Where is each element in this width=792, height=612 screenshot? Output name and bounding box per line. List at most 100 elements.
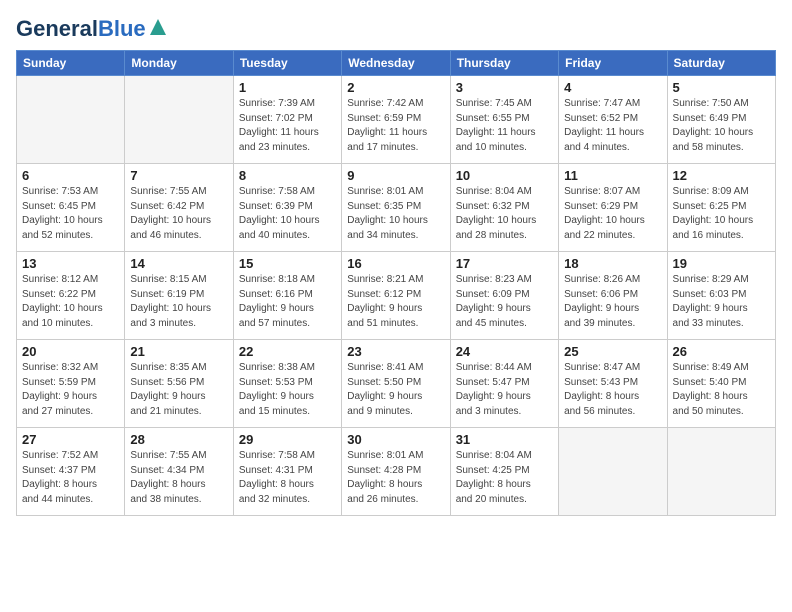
calendar-week-row: 27 Sunrise: 7:52 AM Sunset: 4:37 PM Dayli… — [17, 428, 776, 516]
day-number: 24 — [456, 344, 553, 359]
day-number: 25 — [564, 344, 661, 359]
calendar-cell: 7 Sunrise: 7:55 AM Sunset: 6:42 PM Daylig… — [125, 164, 233, 252]
calendar-day-header: Friday — [559, 51, 667, 76]
day-number: 13 — [22, 256, 119, 271]
day-number: 18 — [564, 256, 661, 271]
cell-info: Sunrise: 7:55 AM Sunset: 4:34 PM Dayligh… — [130, 449, 227, 507]
cell-info: Sunrise: 7:39 AM Sunset: 7:02 PM Dayligh… — [239, 97, 336, 155]
day-number: 15 — [239, 256, 336, 271]
cell-info: Sunrise: 8:21 AM Sunset: 6:12 PM Dayligh… — [347, 273, 444, 331]
calendar-day-header: Monday — [125, 51, 233, 76]
calendar-cell: 3 Sunrise: 7:45 AM Sunset: 6:55 PM Daylig… — [450, 76, 558, 164]
calendar-cell: 19 Sunrise: 8:29 AM Sunset: 6:03 PM Dayli… — [667, 252, 775, 340]
cell-info: Sunrise: 7:58 AM Sunset: 6:39 PM Dayligh… — [239, 185, 336, 243]
cell-info: Sunrise: 7:45 AM Sunset: 6:55 PM Dayligh… — [456, 97, 553, 155]
day-number: 16 — [347, 256, 444, 271]
cell-info: Sunrise: 8:35 AM Sunset: 5:56 PM Dayligh… — [130, 361, 227, 419]
calendar-day-header: Thursday — [450, 51, 558, 76]
calendar-cell: 28 Sunrise: 7:55 AM Sunset: 4:34 PM Dayli… — [125, 428, 233, 516]
cell-info: Sunrise: 7:47 AM Sunset: 6:52 PM Dayligh… — [564, 97, 661, 155]
calendar-cell: 4 Sunrise: 7:47 AM Sunset: 6:52 PM Daylig… — [559, 76, 667, 164]
cell-info: Sunrise: 8:09 AM Sunset: 6:25 PM Dayligh… — [673, 185, 770, 243]
calendar-cell: 5 Sunrise: 7:50 AM Sunset: 6:49 PM Daylig… — [667, 76, 775, 164]
calendar-cell: 23 Sunrise: 8:41 AM Sunset: 5:50 PM Dayli… — [342, 340, 450, 428]
calendar-cell — [667, 428, 775, 516]
calendar-day-header: Saturday — [667, 51, 775, 76]
day-number: 5 — [673, 80, 770, 95]
calendar-cell: 11Sunrise: 8:07 AM Sunset: 6:29 PM Dayli… — [559, 164, 667, 252]
calendar-cell: 24 Sunrise: 8:44 AM Sunset: 5:47 PM Dayli… — [450, 340, 558, 428]
day-number: 26 — [673, 344, 770, 359]
calendar-day-header: Sunday — [17, 51, 125, 76]
day-number: 20 — [22, 344, 119, 359]
calendar-day-header: Tuesday — [233, 51, 341, 76]
day-number: 2 — [347, 80, 444, 95]
day-number: 27 — [22, 432, 119, 447]
cell-info: Sunrise: 8:15 AM Sunset: 6:19 PM Dayligh… — [130, 273, 227, 331]
day-number: 31 — [456, 432, 553, 447]
day-number: 28 — [130, 432, 227, 447]
day-number: 11 — [564, 168, 661, 183]
day-number: 3 — [456, 80, 553, 95]
calendar-cell — [559, 428, 667, 516]
calendar-cell: 30Sunrise: 8:01 AM Sunset: 4:28 PM Dayli… — [342, 428, 450, 516]
day-number: 7 — [130, 168, 227, 183]
calendar-cell: 14 Sunrise: 8:15 AM Sunset: 6:19 PM Dayli… — [125, 252, 233, 340]
day-number: 23 — [347, 344, 444, 359]
calendar-cell: 25Sunrise: 8:47 AM Sunset: 5:43 PM Dayli… — [559, 340, 667, 428]
calendar-cell: 16 Sunrise: 8:21 AM Sunset: 6:12 PM Dayli… — [342, 252, 450, 340]
day-number: 9 — [347, 168, 444, 183]
calendar-week-row: 6Sunrise: 7:53 AM Sunset: 6:45 PM Daylig… — [17, 164, 776, 252]
cell-info: Sunrise: 7:53 AM Sunset: 6:45 PM Dayligh… — [22, 185, 119, 243]
cell-info: Sunrise: 7:52 AM Sunset: 4:37 PM Dayligh… — [22, 449, 119, 507]
day-number: 21 — [130, 344, 227, 359]
calendar-cell: 18 Sunrise: 8:26 AM Sunset: 6:06 PM Dayli… — [559, 252, 667, 340]
cell-info: Sunrise: 8:49 AM Sunset: 5:40 PM Dayligh… — [673, 361, 770, 419]
day-number: 19 — [673, 256, 770, 271]
calendar-cell: 6Sunrise: 7:53 AM Sunset: 6:45 PM Daylig… — [17, 164, 125, 252]
day-number: 8 — [239, 168, 336, 183]
cell-info: Sunrise: 8:44 AM Sunset: 5:47 PM Dayligh… — [456, 361, 553, 419]
calendar-cell: 26 Sunrise: 8:49 AM Sunset: 5:40 PM Dayli… — [667, 340, 775, 428]
day-number: 22 — [239, 344, 336, 359]
calendar-cell — [125, 76, 233, 164]
day-number: 30 — [347, 432, 444, 447]
cell-info: Sunrise: 7:58 AM Sunset: 4:31 PM Dayligh… — [239, 449, 336, 507]
day-number: 1 — [239, 80, 336, 95]
page-header: GeneralBlue — [16, 16, 776, 42]
day-number: 17 — [456, 256, 553, 271]
cell-info: Sunrise: 7:50 AM Sunset: 6:49 PM Dayligh… — [673, 97, 770, 155]
calendar-cell: 21 Sunrise: 8:35 AM Sunset: 5:56 PM Dayli… — [125, 340, 233, 428]
day-number: 10 — [456, 168, 553, 183]
cell-info: Sunrise: 7:55 AM Sunset: 6:42 PM Dayligh… — [130, 185, 227, 243]
cell-info: Sunrise: 8:32 AM Sunset: 5:59 PM Dayligh… — [22, 361, 119, 419]
cell-info: Sunrise: 8:38 AM Sunset: 5:53 PM Dayligh… — [239, 361, 336, 419]
logo-icon — [148, 17, 168, 37]
cell-info: Sunrise: 8:26 AM Sunset: 6:06 PM Dayligh… — [564, 273, 661, 331]
cell-info: Sunrise: 8:01 AM Sunset: 6:35 PM Dayligh… — [347, 185, 444, 243]
cell-info: Sunrise: 8:04 AM Sunset: 4:25 PM Dayligh… — [456, 449, 553, 507]
calendar-cell: 20 Sunrise: 8:32 AM Sunset: 5:59 PM Dayli… — [17, 340, 125, 428]
calendar-cell: 15 Sunrise: 8:18 AM Sunset: 6:16 PM Dayli… — [233, 252, 341, 340]
cell-info: Sunrise: 7:42 AM Sunset: 6:59 PM Dayligh… — [347, 97, 444, 155]
cell-info: Sunrise: 8:41 AM Sunset: 5:50 PM Dayligh… — [347, 361, 444, 419]
calendar-cell: 13Sunrise: 8:12 AM Sunset: 6:22 PM Dayli… — [17, 252, 125, 340]
day-number: 12 — [673, 168, 770, 183]
logo: GeneralBlue — [16, 16, 168, 42]
cell-info: Sunrise: 8:04 AM Sunset: 6:32 PM Dayligh… — [456, 185, 553, 243]
day-number: 29 — [239, 432, 336, 447]
cell-info: Sunrise: 8:29 AM Sunset: 6:03 PM Dayligh… — [673, 273, 770, 331]
cell-info: Sunrise: 8:18 AM Sunset: 6:16 PM Dayligh… — [239, 273, 336, 331]
day-number: 4 — [564, 80, 661, 95]
calendar-table: SundayMondayTuesdayWednesdayThursdayFrid… — [16, 50, 776, 516]
cell-info: Sunrise: 8:23 AM Sunset: 6:09 PM Dayligh… — [456, 273, 553, 331]
day-number: 14 — [130, 256, 227, 271]
logo-text: GeneralBlue — [16, 16, 146, 42]
calendar-cell: 27 Sunrise: 7:52 AM Sunset: 4:37 PM Dayli… — [17, 428, 125, 516]
calendar-cell: 1 Sunrise: 7:39 AM Sunset: 7:02 PM Daylig… — [233, 76, 341, 164]
calendar-week-row: 1 Sunrise: 7:39 AM Sunset: 7:02 PM Daylig… — [17, 76, 776, 164]
calendar-cell: 31 Sunrise: 8:04 AM Sunset: 4:25 PM Dayli… — [450, 428, 558, 516]
calendar-cell: 29 Sunrise: 7:58 AM Sunset: 4:31 PM Dayli… — [233, 428, 341, 516]
calendar-cell: 9 Sunrise: 8:01 AM Sunset: 6:35 PM Daylig… — [342, 164, 450, 252]
calendar-cell: 2 Sunrise: 7:42 AM Sunset: 6:59 PM Daylig… — [342, 76, 450, 164]
